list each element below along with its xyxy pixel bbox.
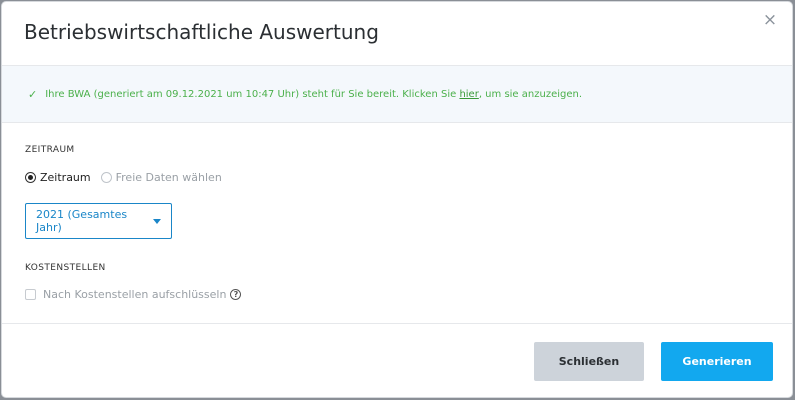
zeitraum-select[interactable]: 2021 (Gesamtes Jahr) (25, 203, 172, 239)
kostenstellen-checkbox-row: Nach Kostenstellen aufschlüsseln ? (25, 288, 242, 301)
kostenstellen-checkbox-label[interactable]: Nach Kostenstellen aufschlüsseln (43, 288, 226, 301)
kostenstellen-heading: KOSTENSTELLEN (25, 263, 106, 273)
kostenstellen-checkbox[interactable] (25, 289, 36, 300)
zeitraum-radio-group: Zeitraum Freie Daten wählen (25, 171, 232, 184)
help-icon[interactable]: ? (230, 289, 242, 300)
check-icon: ✓ (28, 87, 38, 101)
success-alert: ✓ Ihre BWA (generiert am 09.12.2021 um 1… (2, 66, 792, 123)
bwa-modal: Betriebswirtschaftliche Auswertung × ✓ I… (1, 1, 793, 398)
close-icon[interactable]: × (761, 11, 779, 29)
radio-freie-daten-label[interactable]: Freie Daten wählen (116, 171, 222, 184)
zeitraum-select-value: 2021 (Gesamtes Jahr) (36, 208, 128, 234)
radio-zeitraum-label[interactable]: Zeitraum (40, 171, 91, 184)
alert-link[interactable]: hier (459, 89, 478, 100)
chevron-down-icon (153, 218, 161, 224)
modal-header: Betriebswirtschaftliche Auswertung × (2, 2, 792, 66)
radio-freie-daten[interactable] (100, 172, 112, 183)
generate-button[interactable]: Generieren (661, 342, 773, 381)
zeitraum-heading: ZEITRAUM (25, 145, 75, 155)
modal-title: Betriebswirtschaftliche Auswertung (24, 20, 379, 44)
alert-text: Ihre BWA (generiert am 09.12.2021 um 10:… (45, 88, 583, 100)
radio-zeitraum[interactable] (25, 172, 36, 183)
close-button[interactable]: Schließen (534, 342, 644, 381)
modal-footer: Schließen Generieren (2, 324, 792, 397)
modal-body: ZEITRAUM Zeitraum Freie Daten wählen 202… (2, 123, 792, 324)
